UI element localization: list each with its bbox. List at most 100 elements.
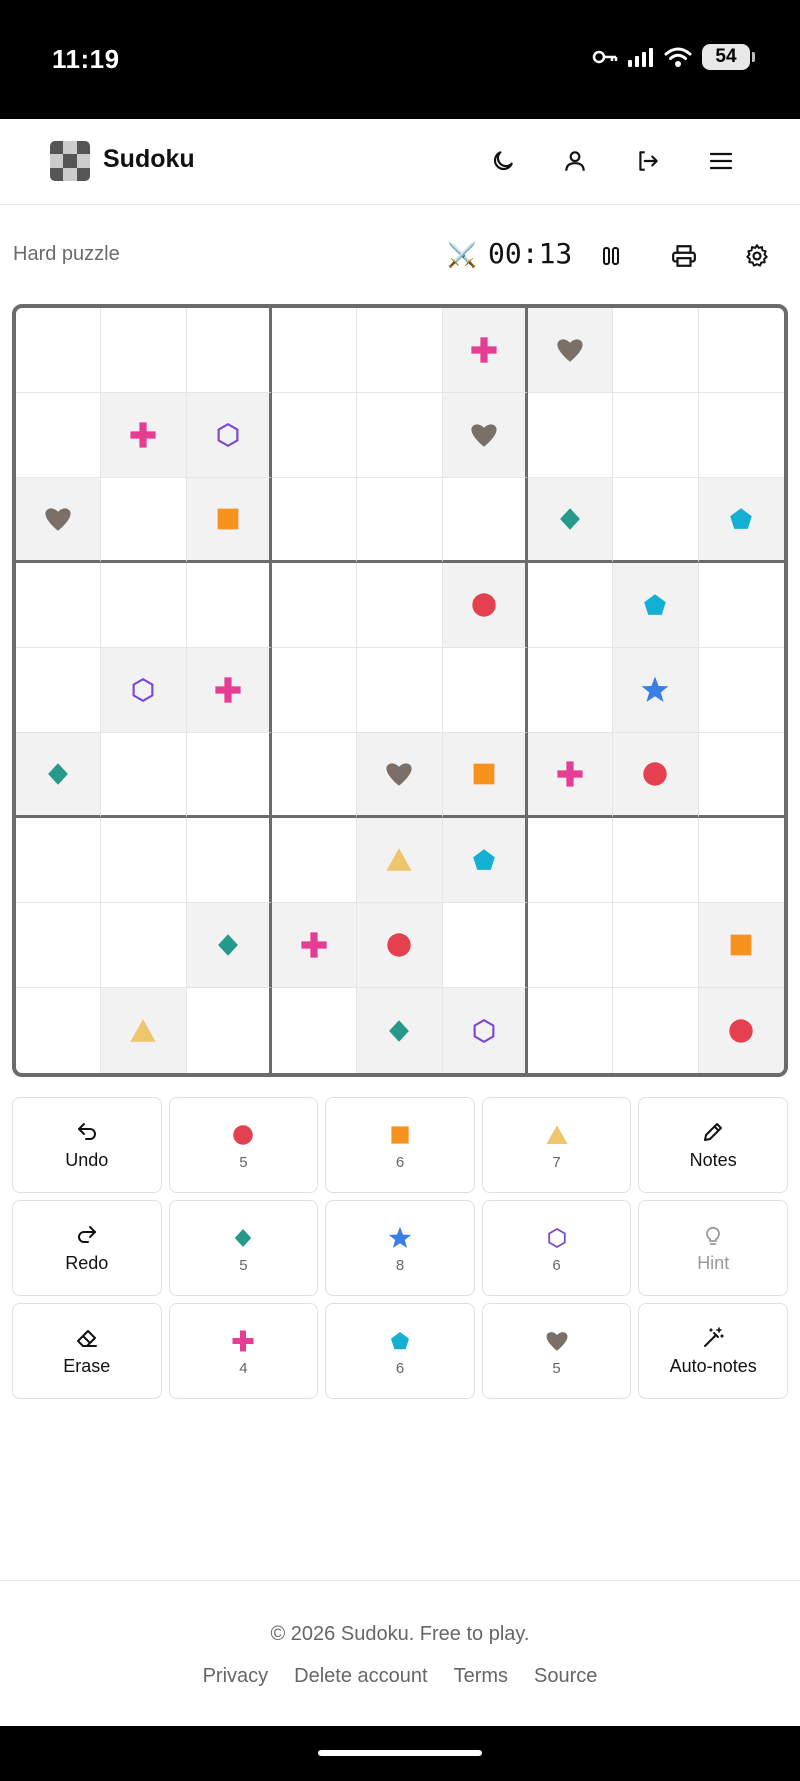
board-cell[interactable] — [528, 308, 614, 393]
board-cell[interactable] — [442, 563, 528, 648]
board-cell[interactable] — [186, 308, 272, 393]
board-cell[interactable] — [613, 733, 699, 818]
board-cell[interactable] — [442, 648, 528, 733]
privacy-link[interactable]: Privacy — [203, 1665, 269, 1688]
settings-button[interactable] — [739, 238, 775, 274]
board-cell[interactable] — [101, 308, 187, 393]
board-cell[interactable] — [101, 733, 187, 818]
board-cell[interactable] — [698, 393, 784, 478]
board-cell[interactable] — [16, 563, 102, 648]
erase-button[interactable]: Erase — [12, 1303, 162, 1399]
board-cell[interactable] — [613, 648, 699, 733]
hint-button[interactable]: Hint — [638, 1200, 788, 1296]
board-cell[interactable] — [272, 563, 358, 648]
board-cell[interactable] — [698, 903, 784, 988]
board-cell[interactable] — [186, 733, 272, 818]
board-cell[interactable] — [698, 648, 784, 733]
board-cell[interactable] — [698, 478, 784, 563]
board-cell[interactable] — [613, 393, 699, 478]
board-cell[interactable] — [698, 563, 784, 648]
board-cell[interactable] — [357, 818, 443, 903]
board-cell[interactable] — [528, 733, 614, 818]
symbol-button-diamond[interactable]: 5 — [168, 1200, 319, 1296]
theme-toggle-button[interactable] — [485, 143, 521, 179]
board-cell[interactable] — [613, 478, 699, 563]
profile-button[interactable] — [557, 143, 593, 179]
board-cell[interactable] — [272, 308, 358, 393]
symbol-button-heart[interactable]: 5 — [481, 1303, 632, 1399]
board-cell[interactable] — [272, 648, 358, 733]
board-cell[interactable] — [186, 393, 272, 478]
board-cell[interactable] — [357, 308, 443, 393]
board-cell[interactable] — [357, 563, 443, 648]
board-cell[interactable] — [16, 818, 102, 903]
board-cell[interactable] — [528, 903, 614, 988]
print-button[interactable] — [666, 238, 702, 274]
board-cell[interactable] — [272, 393, 358, 478]
board-cell[interactable] — [272, 903, 358, 988]
pause-button[interactable] — [593, 238, 629, 274]
board-cell[interactable] — [101, 988, 187, 1073]
board-cell[interactable] — [442, 733, 528, 818]
board-cell[interactable] — [528, 818, 614, 903]
symbol-button-circle[interactable]: 5 — [168, 1097, 319, 1193]
board-cell[interactable] — [442, 818, 528, 903]
logout-button[interactable] — [630, 143, 666, 179]
board-cell[interactable] — [16, 733, 102, 818]
board-cell[interactable] — [101, 478, 187, 563]
board-cell[interactable] — [186, 818, 272, 903]
symbol-button-triangle[interactable]: 7 — [481, 1097, 632, 1193]
board-cell[interactable] — [16, 988, 102, 1073]
board-cell[interactable] — [186, 478, 272, 563]
board-cell[interactable] — [357, 988, 443, 1073]
board-cell[interactable] — [16, 648, 102, 733]
board-cell[interactable] — [357, 648, 443, 733]
board-cell[interactable] — [357, 478, 443, 563]
board-cell[interactable] — [613, 818, 699, 903]
board-cell[interactable] — [272, 988, 358, 1073]
symbol-button-square[interactable]: 6 — [325, 1097, 475, 1193]
board-cell[interactable] — [698, 308, 784, 393]
board-cell[interactable] — [101, 393, 187, 478]
redo-button[interactable]: Redo — [12, 1200, 162, 1296]
symbol-button-cross[interactable]: 4 — [168, 1303, 319, 1399]
board-cell[interactable] — [357, 393, 443, 478]
symbol-button-star[interactable]: 8 — [325, 1200, 475, 1296]
symbol-button-hexagon[interactable]: 6 — [481, 1200, 632, 1296]
undo-button[interactable]: Undo — [12, 1097, 162, 1193]
board-cell[interactable] — [698, 733, 784, 818]
board-cell[interactable] — [272, 733, 358, 818]
app-title[interactable]: Sudoku — [103, 145, 195, 174]
board-cell[interactable] — [528, 988, 614, 1073]
board-cell[interactable] — [698, 818, 784, 903]
logo-icon[interactable] — [50, 141, 90, 181]
board-cell[interactable] — [442, 308, 528, 393]
symbol-button-pentagon[interactable]: 6 — [325, 1303, 475, 1399]
board-cell[interactable] — [613, 563, 699, 648]
board-cell[interactable] — [613, 988, 699, 1073]
notes-button[interactable]: Notes — [638, 1097, 788, 1193]
board-cell[interactable] — [357, 733, 443, 818]
board-cell[interactable] — [16, 308, 102, 393]
board-cell[interactable] — [528, 478, 614, 563]
board-cell[interactable] — [16, 478, 102, 563]
board-cell[interactable] — [442, 393, 528, 478]
board-cell[interactable] — [101, 563, 187, 648]
board-cell[interactable] — [442, 478, 528, 563]
board-cell[interactable] — [187, 988, 272, 1073]
board-cell[interactable] — [442, 988, 528, 1073]
board-cell[interactable] — [613, 308, 699, 393]
board-cell[interactable] — [101, 903, 187, 988]
board-cell[interactable] — [16, 393, 102, 478]
board-cell[interactable] — [272, 478, 358, 563]
auto-notes-button[interactable]: Auto-notes — [638, 1303, 788, 1399]
board-cell[interactable] — [528, 648, 614, 733]
source-link[interactable]: Source — [534, 1665, 597, 1688]
board-cell[interactable] — [16, 903, 102, 988]
board-cell[interactable] — [528, 563, 614, 648]
home-indicator[interactable] — [318, 1750, 482, 1756]
board-cell[interactable] — [613, 903, 699, 988]
board-cell[interactable] — [186, 648, 272, 733]
board-cell[interactable] — [698, 988, 784, 1073]
board-cell[interactable] — [528, 393, 614, 478]
